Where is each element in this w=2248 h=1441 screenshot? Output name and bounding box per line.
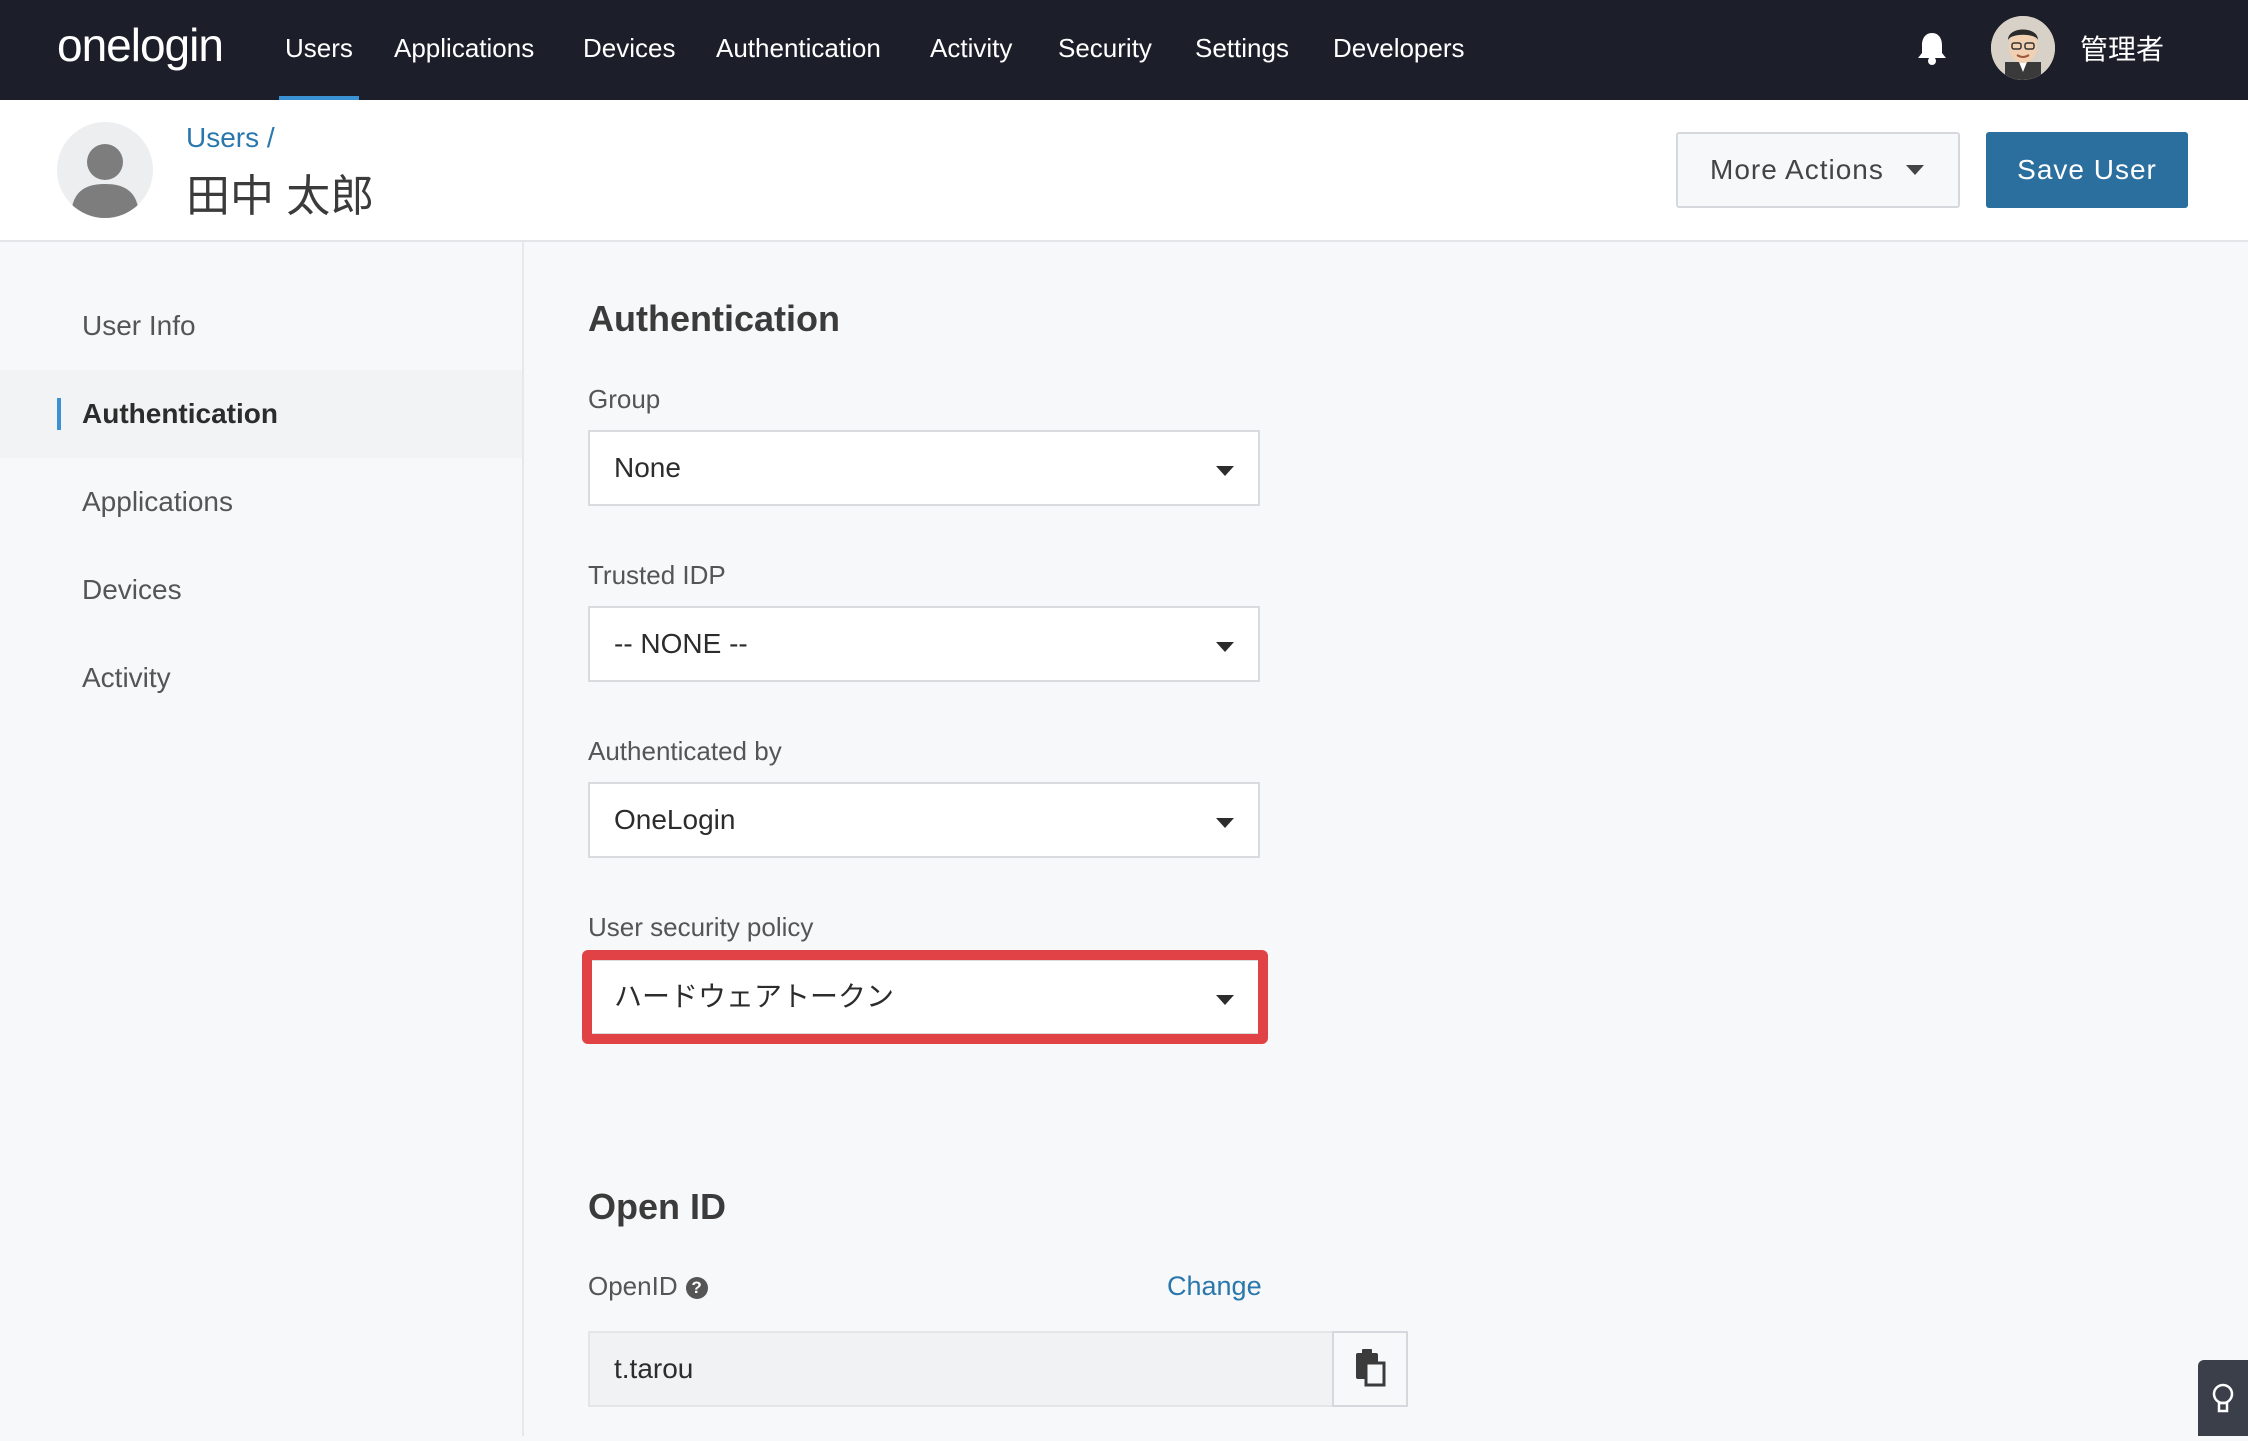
notification-bell-icon[interactable]: [1916, 30, 1948, 66]
nav-security[interactable]: Security: [1058, 0, 1152, 100]
sidebar-item-user-info[interactable]: User Info: [0, 282, 522, 370]
user-header: Users / 田中 太郎 More Actions Save User: [0, 100, 2248, 242]
nav-settings[interactable]: Settings: [1195, 0, 1289, 100]
caret-down-icon: [1216, 466, 1234, 476]
group-label: Group: [588, 384, 661, 414]
caret-down-icon: [1216, 642, 1234, 652]
caret-down-icon: [1905, 165, 1924, 175]
trusted-idp-select-value: -- NONE --: [614, 628, 748, 659]
group-select[interactable]: None: [588, 430, 1260, 506]
nav-devices[interactable]: Devices: [583, 0, 675, 100]
admin-username[interactable]: 管理者: [2080, 28, 2164, 68]
breadcrumb-users[interactable]: Users /: [186, 122, 275, 154]
user-avatar-placeholder: [57, 122, 153, 218]
openid-section-title: Open ID: [588, 1186, 727, 1227]
more-actions-button[interactable]: More Actions: [1676, 132, 1960, 208]
nav-authentication[interactable]: Authentication: [716, 0, 881, 100]
user-silhouette-icon: [71, 144, 139, 218]
authenticated-by-select-value: OneLogin: [614, 804, 736, 835]
page-title: 田中 太郎: [186, 172, 375, 221]
nav-activity[interactable]: Activity: [930, 0, 1012, 100]
openid-label: OpenID: [588, 1271, 678, 1301]
user-sidebar: User Info Authentication Applications De…: [0, 242, 524, 1436]
nav-users[interactable]: Users: [279, 0, 359, 100]
openid-label-row: OpenID?: [588, 1271, 708, 1302]
sidebar-item-devices[interactable]: Devices: [0, 546, 522, 634]
nav-applications[interactable]: Applications: [394, 0, 534, 100]
openid-input[interactable]: t.tarou: [588, 1331, 1334, 1407]
onelogin-logo[interactable]: onelogin: [57, 18, 224, 72]
admin-avatar[interactable]: [1991, 16, 2055, 80]
caret-down-icon: [1216, 818, 1234, 828]
group-select-value: None: [614, 452, 681, 483]
nav-developers[interactable]: Developers: [1333, 0, 1465, 100]
security-policy-label: User security policy: [588, 912, 814, 942]
lightbulb-icon: [2212, 1383, 2234, 1413]
sidebar-item-authentication[interactable]: Authentication: [0, 370, 522, 458]
authenticated-by-select[interactable]: OneLogin: [588, 782, 1260, 858]
tips-button[interactable]: [2198, 1360, 2248, 1436]
highlight-annotation-box: [582, 950, 1268, 1044]
openid-input-value: t.tarou: [614, 1353, 694, 1384]
trusted-idp-label: Trusted IDP: [588, 560, 726, 590]
sidebar-item-activity[interactable]: Activity: [0, 634, 522, 722]
copy-button[interactable]: [1332, 1331, 1408, 1407]
more-actions-label: More Actions: [1710, 154, 1884, 185]
openid-change-link[interactable]: Change: [1167, 1271, 1262, 1302]
sidebar-item-applications[interactable]: Applications: [0, 458, 522, 546]
top-navigation: onelogin Users Applications Devices Auth…: [0, 0, 2248, 100]
clipboard-copy-icon: [1356, 1349, 1386, 1387]
trusted-idp-select[interactable]: -- NONE --: [588, 606, 1260, 682]
save-user-button[interactable]: Save User: [1986, 132, 2188, 208]
authentication-section-title: Authentication: [588, 298, 840, 339]
help-question-icon[interactable]: ?: [685, 1277, 708, 1299]
authenticated-by-label: Authenticated by: [588, 736, 782, 766]
